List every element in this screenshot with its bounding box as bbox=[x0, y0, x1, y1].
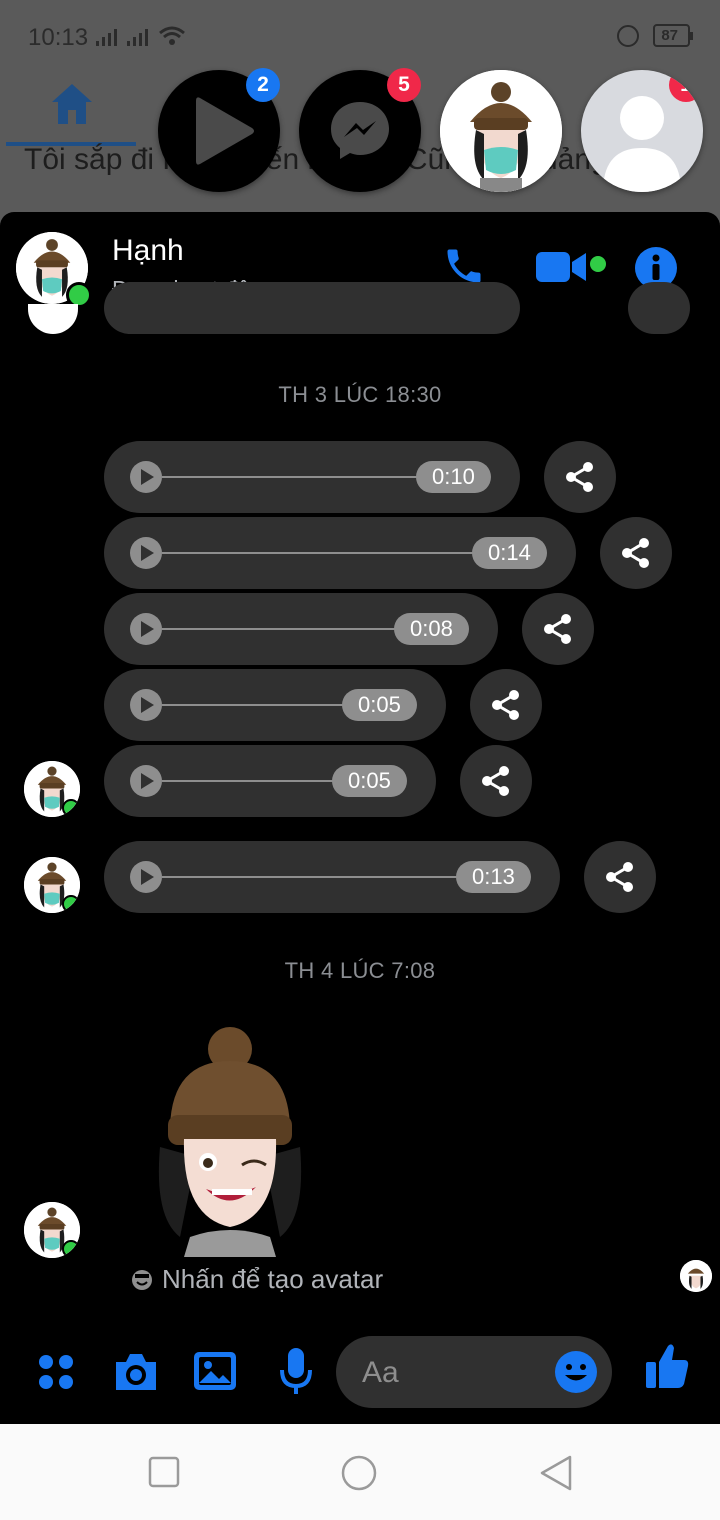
status-bar: 10:13 87 bbox=[0, 0, 720, 72]
signal-icons bbox=[96, 26, 186, 46]
voice-message[interactable]: 0:13 bbox=[104, 841, 560, 913]
voice-duration: 0:05 bbox=[342, 689, 417, 721]
battery-icon: 87 bbox=[653, 24, 693, 47]
chat-head-contact[interactable] bbox=[440, 70, 562, 192]
voice-duration: 0:08 bbox=[394, 613, 469, 645]
voice-message[interactable]: 0:14 bbox=[104, 517, 576, 589]
voice-message[interactable]: 0:05 bbox=[104, 745, 436, 817]
signal-icon bbox=[96, 28, 117, 46]
message-composer bbox=[0, 1332, 720, 1422]
waveform-track bbox=[162, 876, 458, 878]
create-avatar-hint[interactable]: Nhấn để tạo avatar bbox=[130, 1264, 383, 1295]
share-button[interactable] bbox=[544, 441, 616, 513]
voice-duration: 0:10 bbox=[416, 461, 491, 493]
share-button[interactable] bbox=[600, 517, 672, 589]
share-button[interactable] bbox=[460, 745, 532, 817]
create-avatar-text: Nhấn để tạo avatar bbox=[162, 1264, 384, 1294]
video-call-icon[interactable] bbox=[536, 248, 588, 288]
waveform-track bbox=[162, 628, 396, 630]
play-button[interactable] bbox=[130, 861, 162, 893]
chat-head-video[interactable]: 2 bbox=[158, 68, 280, 192]
waveform-track bbox=[162, 476, 418, 478]
waveform-track bbox=[162, 552, 474, 554]
message-input[interactable] bbox=[360, 1350, 554, 1396]
play-button[interactable] bbox=[130, 765, 162, 797]
chat-head-unknown-user[interactable]: 1 bbox=[581, 70, 703, 192]
voice-duration: 0:13 bbox=[456, 861, 531, 893]
sender-avatar[interactable] bbox=[24, 1202, 80, 1258]
wifi-icon bbox=[159, 26, 185, 45]
like-icon[interactable] bbox=[644, 1342, 690, 1390]
recent-apps-button[interactable] bbox=[148, 1456, 180, 1488]
avatar-image bbox=[440, 70, 562, 192]
previous-message-bubble[interactable] bbox=[104, 282, 520, 334]
home-button[interactable] bbox=[340, 1454, 378, 1492]
voice-message[interactable]: 0:10 bbox=[104, 441, 520, 513]
rotation-lock-icon bbox=[617, 24, 640, 47]
apps-icon[interactable] bbox=[36, 1352, 76, 1392]
contact-avatar[interactable] bbox=[16, 232, 92, 308]
avatar-image bbox=[680, 1260, 712, 1292]
sender-avatar[interactable] bbox=[24, 761, 80, 817]
voice-duration: 0:14 bbox=[472, 537, 547, 569]
signal-icon bbox=[127, 28, 148, 46]
system-nav-bar bbox=[0, 1424, 720, 1520]
timestamp: TH 3 LÚC 18:30 bbox=[278, 382, 442, 407]
emoji-icon[interactable] bbox=[554, 1350, 598, 1394]
share-icon bbox=[606, 862, 633, 892]
chat-panel: Hạnh Đang hoạt động TH 3 LÚC 18:30 0:10 … bbox=[0, 212, 720, 1424]
microphone-icon[interactable] bbox=[278, 1346, 314, 1396]
sender-avatar[interactable] bbox=[24, 857, 80, 913]
timestamp: TH 4 LÚC 7:08 bbox=[284, 958, 436, 983]
avatar-face-icon bbox=[132, 1269, 152, 1290]
online-indicator bbox=[62, 895, 80, 913]
share-icon bbox=[622, 538, 649, 568]
voice-duration: 0:05 bbox=[332, 765, 407, 797]
back-button[interactable] bbox=[538, 1454, 574, 1492]
waveform-track bbox=[162, 704, 344, 706]
waveform-track bbox=[162, 780, 334, 782]
online-indicator bbox=[62, 799, 80, 817]
share-button[interactable] bbox=[522, 593, 594, 665]
play-button[interactable] bbox=[130, 613, 162, 645]
play-button[interactable] bbox=[130, 689, 162, 721]
gallery-icon[interactable] bbox=[192, 1350, 238, 1392]
contact-name[interactable]: Hạnh bbox=[112, 234, 184, 268]
video-online-indicator bbox=[590, 256, 606, 272]
share-icon bbox=[544, 614, 571, 644]
camera-icon[interactable] bbox=[112, 1350, 160, 1394]
notification-badge: 2 bbox=[246, 68, 280, 102]
play-button[interactable] bbox=[130, 537, 162, 569]
share-icon bbox=[566, 462, 593, 492]
share-icon bbox=[482, 766, 509, 796]
home-icon bbox=[52, 84, 92, 124]
play-button[interactable] bbox=[130, 461, 162, 493]
chat-head-messenger[interactable]: 5 bbox=[299, 68, 421, 192]
share-icon bbox=[492, 690, 519, 720]
status-time: 10:13 bbox=[28, 24, 89, 51]
previous-share-button[interactable] bbox=[628, 282, 690, 334]
online-indicator bbox=[62, 1240, 80, 1258]
share-button[interactable] bbox=[584, 841, 656, 913]
seen-receipt-avatar bbox=[680, 1260, 712, 1292]
avatar-sticker[interactable] bbox=[150, 1027, 310, 1257]
previous-message-avatar bbox=[28, 304, 78, 334]
notification-badge: 5 bbox=[387, 68, 421, 102]
voice-message[interactable]: 0:05 bbox=[104, 669, 446, 741]
message-input-container bbox=[336, 1336, 612, 1408]
voice-message[interactable]: 0:08 bbox=[104, 593, 498, 665]
share-button[interactable] bbox=[470, 669, 542, 741]
